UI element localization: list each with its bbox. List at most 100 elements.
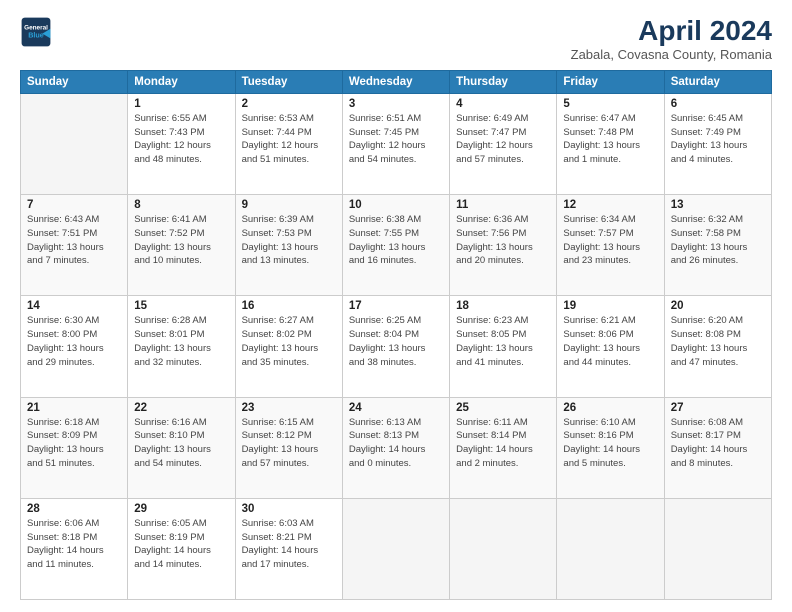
- calendar-cell: 8 Sunrise: 6:41 AMSunset: 7:52 PMDaylight…: [128, 195, 235, 296]
- calendar-cell: 17 Sunrise: 6:25 AMSunset: 8:04 PMDayligh…: [342, 296, 449, 397]
- calendar-cell: 21 Sunrise: 6:18 AMSunset: 8:09 PMDayligh…: [21, 397, 128, 498]
- day-number: 17: [349, 300, 443, 312]
- calendar-cell: [557, 498, 664, 599]
- day-info: Sunrise: 6:51 AMSunset: 7:45 PMDaylight:…: [349, 112, 443, 167]
- calendar-cell: 2 Sunrise: 6:53 AMSunset: 7:44 PMDaylight…: [235, 93, 342, 194]
- day-info: Sunrise: 6:41 AMSunset: 7:52 PMDaylight:…: [134, 213, 228, 268]
- week-row-1: 1 Sunrise: 6:55 AMSunset: 7:43 PMDaylight…: [21, 93, 772, 194]
- day-info: Sunrise: 6:03 AMSunset: 8:21 PMDaylight:…: [242, 517, 336, 572]
- weekday-header-row: SundayMondayTuesdayWednesdayThursdayFrid…: [21, 70, 772, 93]
- day-number: 27: [671, 402, 765, 414]
- day-info: Sunrise: 6:08 AMSunset: 8:17 PMDaylight:…: [671, 416, 765, 471]
- day-info: Sunrise: 6:47 AMSunset: 7:48 PMDaylight:…: [563, 112, 657, 167]
- day-info: Sunrise: 6:21 AMSunset: 8:06 PMDaylight:…: [563, 314, 657, 369]
- calendar-cell: 27 Sunrise: 6:08 AMSunset: 8:17 PMDayligh…: [664, 397, 771, 498]
- page: General Blue April 2024 Zabala, Covasna …: [0, 0, 792, 612]
- day-info: Sunrise: 6:25 AMSunset: 8:04 PMDaylight:…: [349, 314, 443, 369]
- calendar-cell: 11Sunrise: 6:36 AMSunset: 7:56 PMDayligh…: [450, 195, 557, 296]
- day-number: 28: [27, 503, 121, 515]
- calendar-cell: [342, 498, 449, 599]
- day-info: Sunrise: 6:45 AMSunset: 7:49 PMDaylight:…: [671, 112, 765, 167]
- calendar-cell: 9 Sunrise: 6:39 AMSunset: 7:53 PMDaylight…: [235, 195, 342, 296]
- day-info: Sunrise: 6:30 AMSunset: 8:00 PMDaylight:…: [27, 314, 121, 369]
- day-info: Sunrise: 6:11 AMSunset: 8:14 PMDaylight:…: [456, 416, 550, 471]
- calendar-cell: 15Sunrise: 6:28 AMSunset: 8:01 PMDayligh…: [128, 296, 235, 397]
- weekday-header-saturday: Saturday: [664, 70, 771, 93]
- calendar-cell: 24 Sunrise: 6:13 AMSunset: 8:13 PMDayligh…: [342, 397, 449, 498]
- day-info: Sunrise: 6:05 AMSunset: 8:19 PMDaylight:…: [134, 517, 228, 572]
- day-number: 12: [563, 199, 657, 211]
- day-number: 19: [563, 300, 657, 312]
- day-info: Sunrise: 6:10 AMSunset: 8:16 PMDaylight:…: [563, 416, 657, 471]
- svg-text:Blue: Blue: [28, 31, 44, 40]
- calendar-cell: [21, 93, 128, 194]
- day-info: Sunrise: 6:20 AMSunset: 8:08 PMDaylight:…: [671, 314, 765, 369]
- day-number: 23: [242, 402, 336, 414]
- day-number: 6: [671, 98, 765, 110]
- day-info: Sunrise: 6:15 AMSunset: 8:12 PMDaylight:…: [242, 416, 336, 471]
- title-block: April 2024 Zabala, Covasna County, Roman…: [571, 16, 772, 62]
- day-info: Sunrise: 6:27 AMSunset: 8:02 PMDaylight:…: [242, 314, 336, 369]
- day-number: 10: [349, 199, 443, 211]
- day-number: 24: [349, 402, 443, 414]
- day-number: 11: [456, 199, 550, 211]
- calendar-cell: 16 Sunrise: 6:27 AMSunset: 8:02 PMDayligh…: [235, 296, 342, 397]
- calendar-cell: 26Sunrise: 6:10 AMSunset: 8:16 PMDayligh…: [557, 397, 664, 498]
- day-info: Sunrise: 6:39 AMSunset: 7:53 PMDaylight:…: [242, 213, 336, 268]
- day-number: 15: [134, 300, 228, 312]
- calendar-cell: 13 Sunrise: 6:32 AMSunset: 7:58 PMDayligh…: [664, 195, 771, 296]
- day-info: Sunrise: 6:06 AMSunset: 8:18 PMDaylight:…: [27, 517, 121, 572]
- day-number: 18: [456, 300, 550, 312]
- day-number: 7: [27, 199, 121, 211]
- day-info: Sunrise: 6:23 AMSunset: 8:05 PMDaylight:…: [456, 314, 550, 369]
- header: General Blue April 2024 Zabala, Covasna …: [20, 16, 772, 62]
- weekday-header-wednesday: Wednesday: [342, 70, 449, 93]
- day-number: 4: [456, 98, 550, 110]
- calendar-cell: 19 Sunrise: 6:21 AMSunset: 8:06 PMDayligh…: [557, 296, 664, 397]
- day-number: 13: [671, 199, 765, 211]
- day-info: Sunrise: 6:32 AMSunset: 7:58 PMDaylight:…: [671, 213, 765, 268]
- calendar-cell: 22Sunrise: 6:16 AMSunset: 8:10 PMDayligh…: [128, 397, 235, 498]
- day-number: 21: [27, 402, 121, 414]
- day-number: 5: [563, 98, 657, 110]
- calendar-cell: 1 Sunrise: 6:55 AMSunset: 7:43 PMDaylight…: [128, 93, 235, 194]
- day-number: 20: [671, 300, 765, 312]
- day-number: 8: [134, 199, 228, 211]
- calendar-cell: 4 Sunrise: 6:49 AMSunset: 7:47 PMDaylight…: [450, 93, 557, 194]
- day-info: Sunrise: 6:13 AMSunset: 8:13 PMDaylight:…: [349, 416, 443, 471]
- calendar-cell: 3 Sunrise: 6:51 AMSunset: 7:45 PMDaylight…: [342, 93, 449, 194]
- day-number: 9: [242, 199, 336, 211]
- calendar-cell: 5 Sunrise: 6:47 AMSunset: 7:48 PMDaylight…: [557, 93, 664, 194]
- day-number: 22: [134, 402, 228, 414]
- day-number: 16: [242, 300, 336, 312]
- day-info: Sunrise: 6:55 AMSunset: 7:43 PMDaylight:…: [134, 112, 228, 167]
- week-row-4: 21 Sunrise: 6:18 AMSunset: 8:09 PMDayligh…: [21, 397, 772, 498]
- weekday-header-sunday: Sunday: [21, 70, 128, 93]
- weekday-header-tuesday: Tuesday: [235, 70, 342, 93]
- day-info: Sunrise: 6:53 AMSunset: 7:44 PMDaylight:…: [242, 112, 336, 167]
- calendar-cell: 30 Sunrise: 6:03 AMSunset: 8:21 PMDayligh…: [235, 498, 342, 599]
- calendar-cell: 14Sunrise: 6:30 AMSunset: 8:00 PMDayligh…: [21, 296, 128, 397]
- day-info: Sunrise: 6:43 AMSunset: 7:51 PMDaylight:…: [27, 213, 121, 268]
- calendar-cell: [664, 498, 771, 599]
- week-row-5: 28 Sunrise: 6:06 AMSunset: 8:18 PMDayligh…: [21, 498, 772, 599]
- weekday-header-monday: Monday: [128, 70, 235, 93]
- calendar-cell: 28 Sunrise: 6:06 AMSunset: 8:18 PMDayligh…: [21, 498, 128, 599]
- calendar-cell: 6 Sunrise: 6:45 AMSunset: 7:49 PMDaylight…: [664, 93, 771, 194]
- logo: General Blue: [20, 16, 52, 48]
- calendar-cell: 23 Sunrise: 6:15 AMSunset: 8:12 PMDayligh…: [235, 397, 342, 498]
- day-number: 3: [349, 98, 443, 110]
- day-number: 2: [242, 98, 336, 110]
- calendar-cell: [450, 498, 557, 599]
- day-info: Sunrise: 6:18 AMSunset: 8:09 PMDaylight:…: [27, 416, 121, 471]
- calendar-cell: 20 Sunrise: 6:20 AMSunset: 8:08 PMDayligh…: [664, 296, 771, 397]
- calendar-cell: 29Sunrise: 6:05 AMSunset: 8:19 PMDayligh…: [128, 498, 235, 599]
- day-info: Sunrise: 6:49 AMSunset: 7:47 PMDaylight:…: [456, 112, 550, 167]
- calendar-cell: 18 Sunrise: 6:23 AMSunset: 8:05 PMDayligh…: [450, 296, 557, 397]
- subtitle: Zabala, Covasna County, Romania: [571, 47, 772, 62]
- day-number: 30: [242, 503, 336, 515]
- day-number: 1: [134, 98, 228, 110]
- calendar-cell: 7 Sunrise: 6:43 AMSunset: 7:51 PMDaylight…: [21, 195, 128, 296]
- week-row-3: 14Sunrise: 6:30 AMSunset: 8:00 PMDayligh…: [21, 296, 772, 397]
- calendar-table: SundayMondayTuesdayWednesdayThursdayFrid…: [20, 70, 772, 600]
